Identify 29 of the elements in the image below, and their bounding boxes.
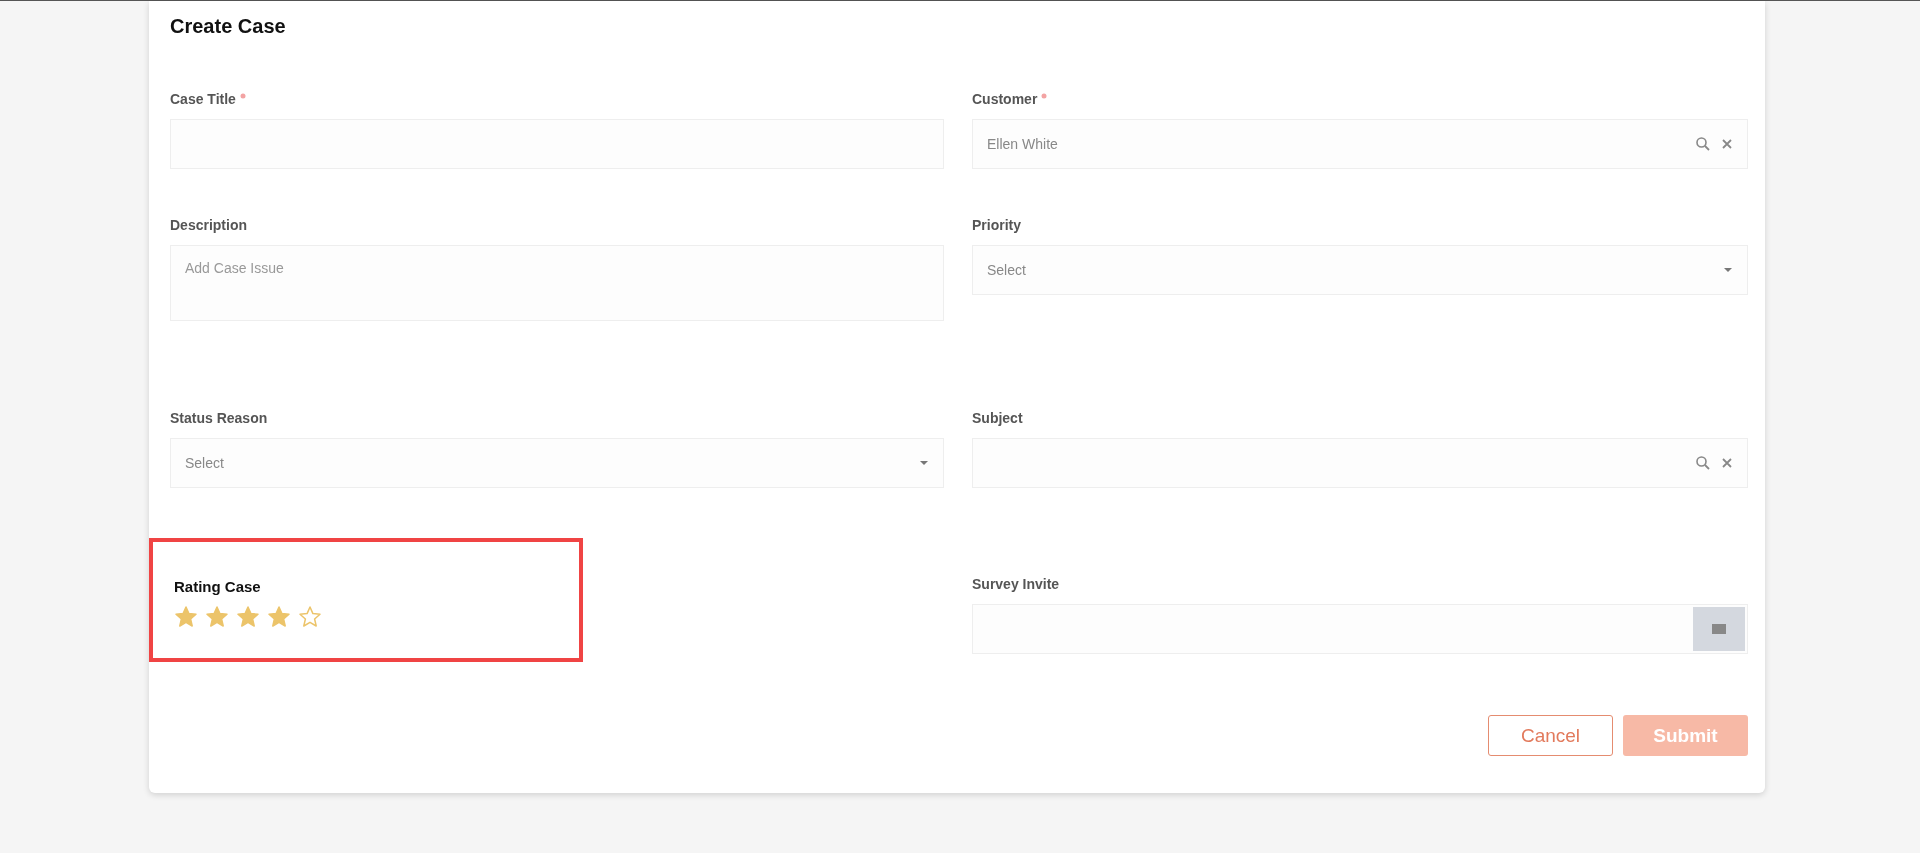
empty-star-icon[interactable]: [298, 605, 322, 629]
field-label: Status Reason: [170, 410, 268, 426]
field-label: Survey Invite: [972, 576, 1060, 592]
caret-icon: [1723, 266, 1733, 274]
search-icon[interactable]: [1695, 136, 1711, 152]
close-icon[interactable]: [1721, 457, 1733, 469]
close-icon[interactable]: [1721, 138, 1733, 150]
search-icon[interactable]: [1695, 455, 1711, 471]
lookup-field[interactable]: Ellen White: [972, 119, 1748, 169]
field-label: Customer: [972, 91, 1038, 107]
lookup-field[interactable]: [972, 438, 1748, 488]
field-label: Priority: [972, 217, 1021, 233]
field-label: Description: [170, 217, 247, 233]
description-field[interactable]: Add Case Issue: [170, 245, 944, 321]
filled-star-icon[interactable]: [236, 605, 260, 629]
star-rating[interactable]: [174, 605, 322, 629]
caret-icon: [919, 459, 929, 467]
rating-label: Rating Case: [174, 578, 262, 595]
survey-field[interactable]: [972, 604, 1748, 654]
select-field[interactable]: Select: [170, 438, 944, 488]
filled-star-icon[interactable]: [205, 605, 229, 629]
survey-button[interactable]: [1693, 607, 1745, 651]
cancel-button[interactable]: Cancel: [1488, 715, 1613, 756]
filled-star-icon[interactable]: [267, 605, 291, 629]
filled-star-icon[interactable]: [174, 605, 198, 629]
field-label: Case Title: [170, 91, 236, 107]
select-field[interactable]: Select: [972, 245, 1748, 295]
field-label: Subject: [972, 410, 1023, 426]
form-title: Create Case: [170, 15, 287, 38]
